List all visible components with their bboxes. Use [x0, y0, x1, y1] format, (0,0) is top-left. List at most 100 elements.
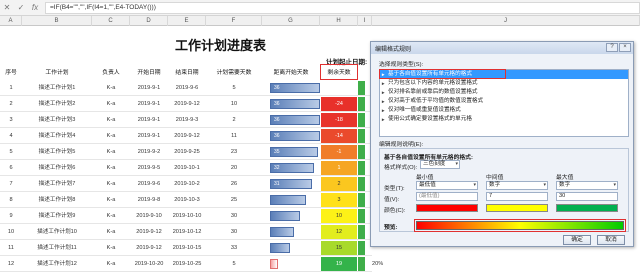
cell-days[interactable]: 5	[206, 256, 262, 272]
cell-plan[interactable]: 描述工作计划10	[22, 224, 92, 240]
cell-plan[interactable]: 描述工作计划9	[22, 208, 92, 224]
col-header-f[interactable]: F	[206, 16, 262, 26]
cell-start[interactable]: 2019-9-12	[130, 224, 168, 240]
formula-input[interactable]: =IF(B4="","",IF(I4=1,"",E4-TODAY()))	[45, 1, 640, 14]
cell-no[interactable]: 1	[0, 80, 22, 96]
rule-type-item[interactable]: 仅对排名靠前或靠后的数值设置格式	[380, 88, 628, 97]
col-header-g[interactable]: G	[262, 16, 320, 26]
cell-owner[interactable]: K-a	[92, 96, 130, 112]
rule-type-item[interactable]: 仅对高于或低于平均值的数值设置格式	[380, 97, 628, 106]
cell-owner[interactable]: K-a	[92, 256, 130, 272]
cell-owner[interactable]: K-a	[92, 192, 130, 208]
cell-end[interactable]: 2019-9-6	[168, 80, 206, 96]
cell-start[interactable]: 2019-9-1	[130, 80, 168, 96]
cell-start[interactable]: 2019-9-1	[130, 112, 168, 128]
rule-type-list[interactable]: 基于各自值设置所有单元格的格式 只为包含以下内容的单元格设置格式 仅对排名靠前或…	[379, 69, 629, 137]
elapsed-data-bar[interactable]	[270, 195, 306, 205]
mid-color-picker[interactable]	[486, 204, 548, 212]
elapsed-data-bar[interactable]: 36	[270, 83, 320, 93]
elapsed-data-bar[interactable]	[270, 211, 300, 221]
cell-days[interactable]: 23	[206, 144, 262, 160]
max-type-select[interactable]: 数字	[556, 181, 618, 190]
cell-end[interactable]: 2019-10-10	[168, 208, 206, 224]
col-header-i[interactable]: I	[358, 16, 372, 26]
elapsed-data-bar[interactable]: 36	[270, 115, 320, 125]
cell-days[interactable]: 33	[206, 240, 262, 256]
remain-days-cell[interactable]: 1	[321, 161, 357, 175]
cell-start[interactable]: 2019-9-12	[130, 240, 168, 256]
cell-days[interactable]: 30	[206, 224, 262, 240]
cell-no[interactable]: 10	[0, 224, 22, 240]
col-header-e[interactable]: E	[168, 16, 206, 26]
cell-plan[interactable]: 描述工作计划5	[22, 144, 92, 160]
cell-start[interactable]: 2019-9-10	[130, 208, 168, 224]
cell-end[interactable]: 2019-10-12	[168, 224, 206, 240]
remain-days-cell[interactable]	[321, 81, 357, 95]
cell-end[interactable]: 2019-10-3	[168, 192, 206, 208]
cell-start[interactable]: 2019-9-2	[130, 144, 168, 160]
cell-no[interactable]: 7	[0, 176, 22, 192]
cell-no[interactable]: 4	[0, 128, 22, 144]
elapsed-data-bar[interactable]	[270, 259, 278, 269]
cell-owner[interactable]: K-a	[92, 208, 130, 224]
elapsed-data-bar[interactable]: 36	[270, 131, 320, 141]
cell-start[interactable]: 2019-9-1	[130, 128, 168, 144]
cell-no[interactable]: 2	[0, 96, 22, 112]
cell-plan[interactable]: 描述工作计划8	[22, 192, 92, 208]
rule-type-item[interactable]: 仅对唯一值或重复值设置格式	[380, 106, 628, 115]
cell-no[interactable]: 6	[0, 160, 22, 176]
remain-days-cell[interactable]: 2	[321, 177, 357, 191]
cell-start[interactable]: 2019-9-8	[130, 192, 168, 208]
elapsed-data-bar[interactable]: 36	[270, 99, 320, 109]
cell-start[interactable]: 2019-9-5	[130, 160, 168, 176]
cell-days[interactable]: 10	[206, 96, 262, 112]
col-header-h[interactable]: H	[320, 16, 358, 26]
cell-plan[interactable]: 描述工作计划11	[22, 240, 92, 256]
cell-no[interactable]: 9	[0, 208, 22, 224]
cell-days[interactable]: 26	[206, 176, 262, 192]
remain-days-cell[interactable]: 10	[321, 209, 357, 223]
rule-type-item[interactable]: 只为包含以下内容的单元格设置格式	[380, 79, 628, 88]
min-color-picker[interactable]	[416, 204, 478, 212]
col-header-b[interactable]: B	[22, 16, 92, 26]
elapsed-data-bar[interactable]: 31	[270, 179, 312, 189]
remain-days-cell[interactable]: -14	[321, 129, 357, 143]
cell-start[interactable]: 2019-9-1	[130, 96, 168, 112]
cell-plan[interactable]: 描述工作计划1	[22, 80, 92, 96]
max-color-picker[interactable]	[556, 204, 618, 212]
cell-start[interactable]: 2019-9-6	[130, 176, 168, 192]
elapsed-data-bar[interactable]	[270, 243, 290, 253]
cell-end[interactable]: 2019-10-25	[168, 256, 206, 272]
remain-days-cell[interactable]: 19	[321, 257, 357, 271]
cell-owner[interactable]: K-a	[92, 112, 130, 128]
remain-days-cell[interactable]: -24	[321, 97, 357, 111]
cell-end[interactable]: 2019-9-3	[168, 112, 206, 128]
ok-button[interactable]: 确定	[563, 235, 591, 245]
cell-no[interactable]: 11	[0, 240, 22, 256]
rule-type-item[interactable]: 使用公式确定要设置格式的单元格	[380, 115, 628, 124]
cell-days[interactable]: 20	[206, 160, 262, 176]
cell-end[interactable]: 2019-9-12	[168, 128, 206, 144]
mid-value-input[interactable]: 7	[486, 192, 548, 201]
format-style-select[interactable]: 三色刻度	[420, 160, 460, 169]
cell-owner[interactable]: K-a	[92, 240, 130, 256]
remain-days-cell[interactable]: -18	[321, 113, 357, 127]
cell-owner[interactable]: K-a	[92, 176, 130, 192]
col-header-a[interactable]: A	[0, 16, 22, 26]
cell-owner[interactable]: K-a	[92, 144, 130, 160]
cell-no[interactable]: 12	[0, 256, 22, 272]
cell-no[interactable]: 3	[0, 112, 22, 128]
cell-plan[interactable]: 描述工作计划3	[22, 112, 92, 128]
cell-plan[interactable]: 描述工作计划2	[22, 96, 92, 112]
elapsed-data-bar[interactable]: 32	[270, 163, 314, 173]
remain-days-cell[interactable]: 15	[321, 241, 357, 255]
cell-end[interactable]: 2019-9-12	[168, 96, 206, 112]
check-icon[interactable]: ✓	[14, 2, 28, 14]
cell-owner[interactable]: K-a	[92, 224, 130, 240]
cell-start[interactable]: 2019-10-20	[130, 256, 168, 272]
elapsed-data-bar[interactable]	[270, 227, 294, 237]
remain-days-cell[interactable]: 12	[321, 225, 357, 239]
remain-days-cell[interactable]: -1	[321, 145, 357, 159]
cell-end[interactable]: 2019-10-15	[168, 240, 206, 256]
cell-owner[interactable]: K-a	[92, 160, 130, 176]
